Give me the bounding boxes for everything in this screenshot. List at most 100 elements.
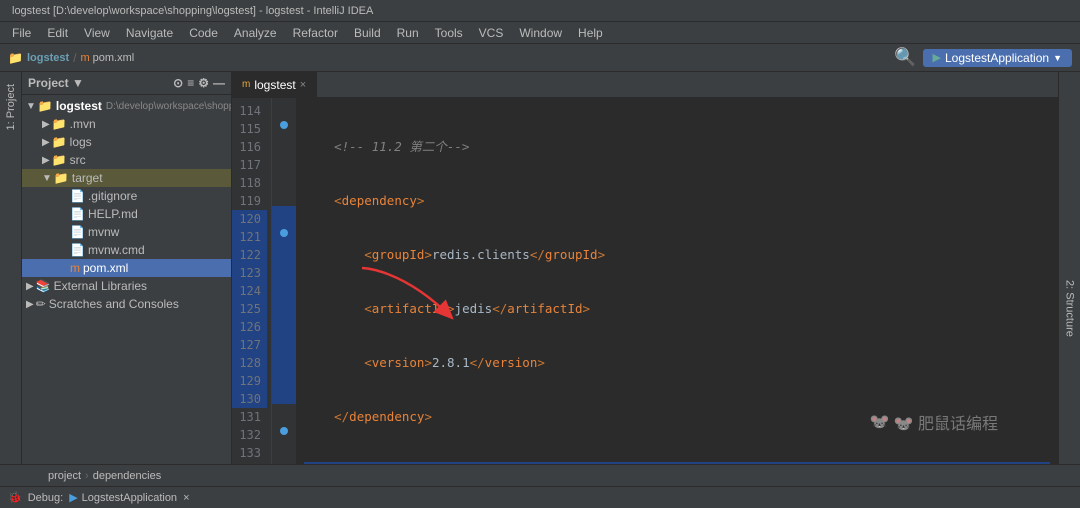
menu-help[interactable]: Help [570, 24, 611, 42]
menu-file[interactable]: File [4, 24, 39, 42]
tree-root-item[interactable]: ▼ 📁 logstest D:\develop\workspace\shoppi… [22, 97, 231, 115]
gutter [272, 98, 296, 464]
tree-scratches-item[interactable]: ▶ ✏ Scratches and Consoles [22, 295, 231, 313]
scratches-name: Scratches and Consoles [49, 297, 179, 311]
mvnwcmd-icon: 📄 [70, 243, 85, 257]
menu-analyze[interactable]: Analyze [226, 24, 285, 42]
project-side-tab[interactable]: 1: Project [2, 76, 20, 138]
run-icon: ▶ [933, 51, 941, 64]
tree-mvnwcmd-item[interactable]: 📄 mvnw.cmd [22, 241, 231, 259]
tab-name: logstest [254, 78, 295, 92]
breadcrumb-sep1: › [85, 470, 89, 482]
collapse-icon[interactable]: ≡ [187, 76, 194, 90]
root-arrow[interactable]: ▼ [26, 101, 36, 112]
run-config-button[interactable]: ▶ LogstestApplication ▼ [923, 49, 1072, 67]
menu-run[interactable]: Run [389, 24, 427, 42]
menu-code[interactable]: Code [181, 24, 226, 42]
menu-tools[interactable]: Tools [427, 24, 471, 42]
line-num-129: 129 [232, 372, 267, 390]
pom-xml-icon: m [80, 52, 89, 64]
code-area[interactable]: <!-- 11.2 第二个--> <dependency> <groupId>r… [296, 98, 1058, 464]
editor-panel: m logstest × 114 115 116 117 118 119 120… [232, 72, 1058, 464]
structure-side-tab[interactable]: 2: Structure [1061, 272, 1079, 345]
title-text: logstest [D:\develop\workspace\shopping\… [12, 5, 373, 17]
code-line-116: <groupId>redis.clients</groupId> [304, 246, 1050, 264]
menu-build[interactable]: Build [346, 24, 389, 42]
menu-refactor[interactable]: Refactor [285, 24, 346, 42]
settings-icon[interactable]: ⚙ [198, 76, 209, 90]
gutter-128 [272, 350, 296, 368]
tab-close-icon[interactable]: × [300, 79, 306, 91]
breakpoint-dot-121[interactable] [280, 229, 288, 237]
gutter-124 [272, 278, 296, 296]
tree-gitignore-item[interactable]: 📄 .gitignore [22, 187, 231, 205]
ext-libs-name: External Libraries [54, 279, 147, 293]
breakpoint-dot-115[interactable] [280, 121, 288, 129]
menu-navigate[interactable]: Navigate [118, 24, 181, 42]
tree-help-item[interactable]: 📄 HELP.md [22, 205, 231, 223]
code-line-118: <version>2.8.1</version> [304, 354, 1050, 372]
code-114: <!-- 11.2 第二个--> [304, 138, 469, 156]
line-num-124: 124 [232, 282, 267, 300]
src-arrow[interactable]: ▶ [42, 155, 50, 166]
line-numbers: 114 115 116 117 118 119 120 121 122 123 … [232, 98, 272, 464]
menu-window[interactable]: Window [511, 24, 570, 42]
tree-src-item[interactable]: ▶ 📁 src [22, 151, 231, 169]
nav-file-name[interactable]: pom.xml [93, 52, 135, 64]
gutter-132 [272, 422, 296, 440]
target-name: target [72, 171, 103, 185]
project-tree: ▼ 📁 logstest D:\develop\workspace\shoppi… [22, 95, 231, 464]
editor-content[interactable]: 114 115 116 117 118 119 120 121 122 123 … [232, 98, 1058, 464]
tree-pom-item[interactable]: m pom.xml [22, 259, 231, 277]
pom-name: pom.xml [83, 261, 128, 275]
debug-label: Debug: [28, 492, 63, 504]
nav-project-name[interactable]: logstest [27, 52, 69, 64]
menu-view[interactable]: View [76, 24, 118, 42]
tree-mvn-item[interactable]: ▶ 📁 .mvn [22, 115, 231, 133]
ext-libs-arrow[interactable]: ▶ [26, 281, 34, 292]
line-num-132: 132 [232, 426, 267, 444]
debug-close-icon[interactable]: × [183, 492, 189, 504]
side-tabs-left: 1: Project [0, 72, 22, 464]
search-icon[interactable]: 🔍 [894, 47, 916, 68]
target-arrow[interactable]: ▼ [42, 173, 52, 184]
logs-arrow[interactable]: ▶ [42, 137, 50, 148]
sync-icon[interactable]: ⊙ [173, 76, 183, 90]
run-config-name: LogstestApplication [945, 51, 1049, 65]
gutter-115 [272, 116, 296, 134]
scratches-arrow[interactable]: ▶ [26, 299, 34, 310]
mvnw-icon: 📄 [70, 225, 85, 239]
debug-run-icon: ▶ [69, 491, 77, 504]
main-layout: 1: Project Project ▼ ⊙ ≡ ⚙ — ▼ 📁 logstes… [0, 72, 1080, 464]
panel-header: Project ▼ ⊙ ≡ ⚙ — [22, 72, 231, 95]
debug-app-name[interactable]: LogstestApplication [82, 492, 177, 504]
breadcrumb-dependencies[interactable]: dependencies [93, 470, 162, 482]
breadcrumb-project[interactable]: project [48, 470, 81, 482]
gutter-117 [272, 152, 296, 170]
code-line-115: <dependency> [304, 192, 1050, 210]
menu-edit[interactable]: Edit [39, 24, 76, 42]
status-bar: project › dependencies [0, 464, 1080, 486]
tab-logstest[interactable]: m logstest × [232, 72, 317, 97]
menu-vcs[interactable]: VCS [471, 24, 512, 42]
breakpoint-dot-132[interactable] [280, 427, 288, 435]
mvn-arrow[interactable]: ▶ [42, 119, 50, 130]
line-num-115: 115 [232, 120, 267, 138]
tree-target-item[interactable]: ▼ 📁 target [22, 169, 231, 187]
code-118: <version>2.8.1</version> [304, 354, 545, 372]
gutter-114 [272, 98, 296, 116]
tree-logs-item[interactable]: ▶ 📁 logs [22, 133, 231, 151]
help-name: HELP.md [88, 207, 138, 221]
target-folder-icon: 📁 [54, 171, 69, 185]
code-117: <artifactId>jedis</artifactId> [304, 300, 590, 318]
gutter-121 [272, 224, 296, 242]
gutter-129 [272, 368, 296, 386]
debug-icon: 🐞 [8, 491, 22, 504]
gitignore-icon: 📄 [70, 189, 85, 203]
close-panel-icon[interactable]: — [213, 76, 225, 90]
gutter-119 [272, 188, 296, 206]
tree-mvnw-item[interactable]: 📄 mvnw [22, 223, 231, 241]
tree-ext-libs-item[interactable]: ▶ 📚 External Libraries [22, 277, 231, 295]
gutter-130 [272, 386, 296, 404]
nav-separator: / [73, 51, 76, 65]
